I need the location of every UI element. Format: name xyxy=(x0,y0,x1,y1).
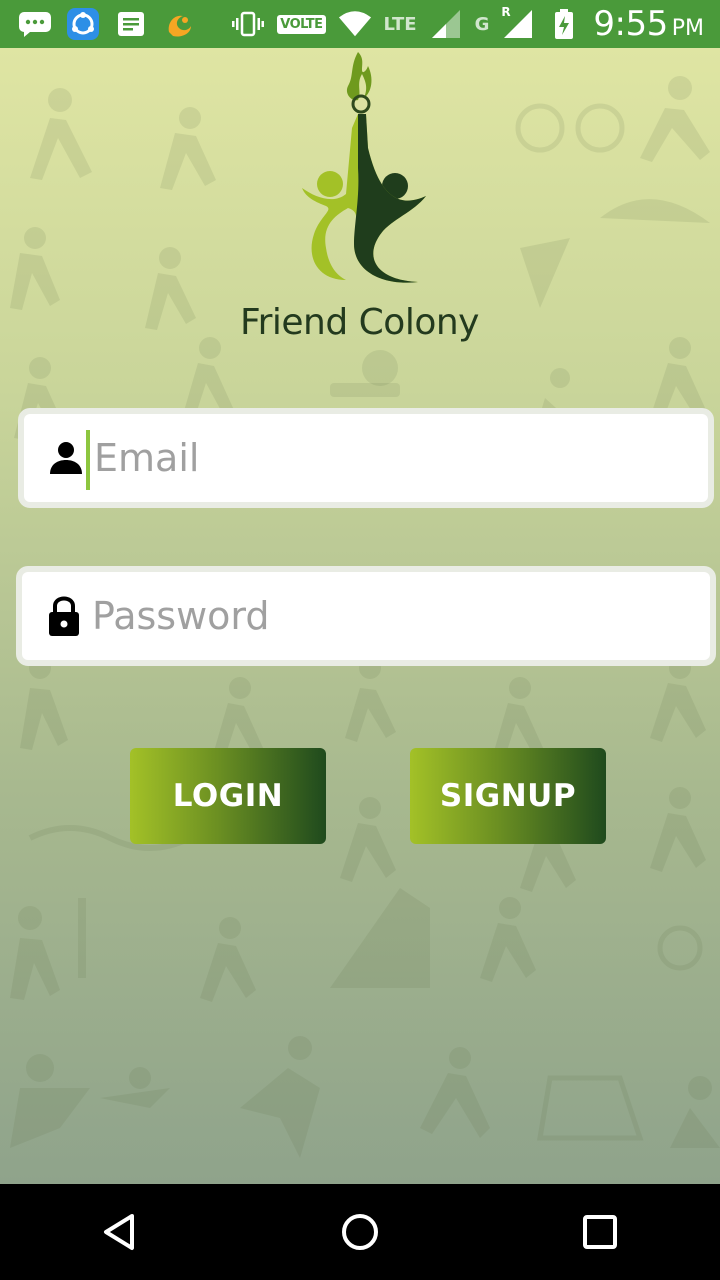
back-icon xyxy=(104,1214,134,1250)
notes-icon xyxy=(114,7,148,41)
signal-icon xyxy=(429,7,463,41)
roaming-label: R xyxy=(501,5,511,19)
recents-icon xyxy=(583,1215,617,1249)
signal-roaming-icon: R xyxy=(501,5,535,41)
clock: 9:55 PM xyxy=(593,4,704,44)
password-input[interactable] xyxy=(92,586,682,646)
volte-badge: VOLTE xyxy=(277,14,326,34)
person-icon xyxy=(44,436,88,480)
lock-icon xyxy=(42,594,86,638)
app-logo-text: Friend Colony xyxy=(240,302,479,343)
back-button[interactable] xyxy=(80,1192,160,1272)
login-screen: Friend Colony LOGIN SIGNUP xyxy=(0,48,720,1184)
message-icon xyxy=(18,7,52,41)
status-bar: VOLTE LTE G R 9:55 PM xyxy=(0,0,720,48)
home-icon xyxy=(342,1214,378,1250)
clock-ampm: PM xyxy=(671,16,704,41)
home-button[interactable] xyxy=(320,1192,400,1272)
shareit-icon xyxy=(66,7,100,41)
email-field[interactable] xyxy=(18,408,714,508)
vibrate-icon xyxy=(231,7,265,41)
clock-time: 9:55 xyxy=(593,4,668,44)
network-g-label: G xyxy=(474,13,490,35)
wifi-icon xyxy=(338,7,372,41)
navigation-bar xyxy=(0,1184,720,1280)
email-input[interactable] xyxy=(94,428,684,488)
uc-browser-icon xyxy=(162,7,196,41)
password-field[interactable] xyxy=(16,566,716,666)
text-caret xyxy=(86,430,90,490)
recents-button[interactable] xyxy=(560,1192,640,1272)
signup-button[interactable]: SIGNUP xyxy=(410,748,606,844)
network-lte-label: LTE xyxy=(383,13,417,35)
login-button[interactable]: LOGIN xyxy=(130,748,326,844)
battery-charging-icon xyxy=(547,7,581,41)
